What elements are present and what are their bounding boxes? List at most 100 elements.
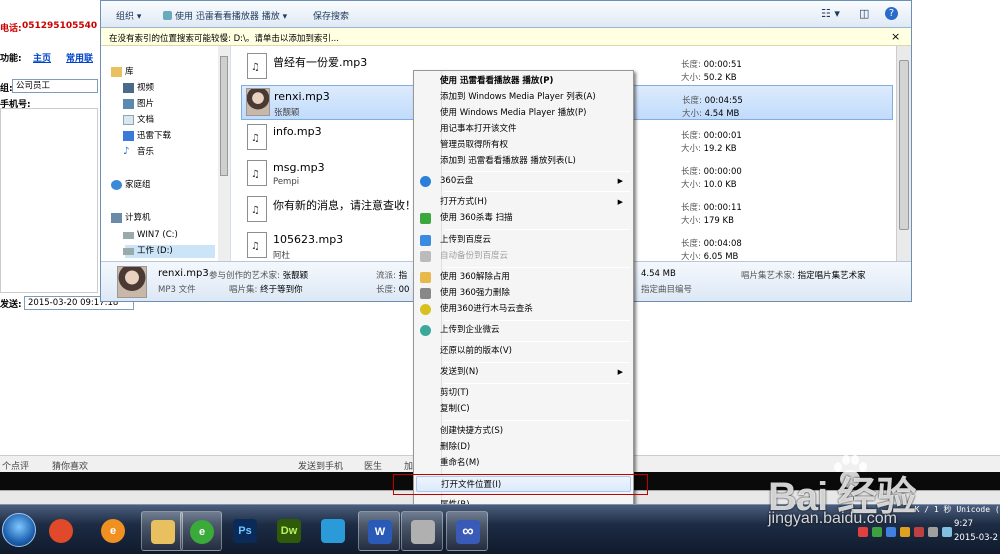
computer-icon xyxy=(111,213,122,223)
taskbar-app-360[interactable] xyxy=(40,511,82,551)
menu-separator xyxy=(444,383,630,384)
menu-item-send-to[interactable]: 发送到(N) ▶ xyxy=(416,364,631,380)
add-link[interactable]: 加 xyxy=(404,459,413,472)
close-icon[interactable]: × xyxy=(891,30,900,43)
menu-item-add-wmp-list[interactable]: 添加到 Windows Media Player 列表(A) xyxy=(416,89,631,105)
menu-item-restore-versions[interactable]: 还原以前的版本(V) xyxy=(416,343,631,359)
taskbar-app-word[interactable]: W xyxy=(358,511,400,551)
group-label: 组: xyxy=(0,84,13,94)
taskbar-app-explorer[interactable] xyxy=(141,511,183,551)
file-size: 大小: 19.2 KB xyxy=(681,144,737,154)
file-list-scrollbar[interactable] xyxy=(896,46,911,261)
tray-s-icon[interactable] xyxy=(858,527,868,537)
menu-item-360-force-delete[interactable]: 使用 360强力删除 xyxy=(416,285,631,301)
home-link[interactable]: 主页 xyxy=(33,51,51,64)
clock-date[interactable]: 2015-03-2 xyxy=(954,533,998,543)
index-info-bar[interactable]: 在没有索引的位置搜索可能较慢: D:\。请单击以添加到索引... × xyxy=(101,28,911,46)
cloud-360-icon xyxy=(420,176,431,187)
nav-item-documents[interactable]: 文档 xyxy=(123,114,154,127)
menu-item-upload-baidu[interactable]: 上传到百度云 xyxy=(416,232,631,248)
clock-time[interactable]: 9:27 xyxy=(954,519,973,529)
file-name: info.mp3 xyxy=(273,125,322,138)
taskbar-app-infinity[interactable]: ∞ xyxy=(446,511,488,551)
details-genre: 流派: 指 xyxy=(376,271,408,281)
drive-icon xyxy=(123,248,134,255)
menu-item-create-shortcut[interactable]: 创建快捷方式(S) xyxy=(416,423,631,439)
nav-item-drive-c[interactable]: WIN7 (C:) xyxy=(123,229,178,242)
tray-app-icon[interactable] xyxy=(914,527,924,537)
menu-item-360-trojan-scan[interactable]: 使用360进行木马云查杀 xyxy=(416,301,631,317)
view-options-icon[interactable]: ☷ ▾ xyxy=(821,7,840,20)
menu-item-open-notepad[interactable]: 用记事本打开该文件 xyxy=(416,121,631,137)
qq-browser-icon xyxy=(321,519,345,543)
menu-item-360-cloud[interactable]: 360云盘 ▶ xyxy=(416,173,631,189)
menu-item-360-unlock[interactable]: 使用 360解除占用 xyxy=(416,269,631,285)
tool-icon xyxy=(411,520,435,544)
file-artist: 阿杜 xyxy=(273,251,291,261)
nav-item-computer[interactable]: 计算机 xyxy=(111,212,151,225)
organize-button[interactable]: 组织 ▾ xyxy=(116,9,141,22)
menu-item-copy[interactable]: 复制(C) xyxy=(416,401,631,417)
menu-item-play-wmp[interactable]: 使用 Windows Media Player 播放(P) xyxy=(416,105,631,121)
tray-app-icon[interactable] xyxy=(928,527,938,537)
menu-item-cut[interactable]: 剪切(T) xyxy=(416,385,631,401)
group-field[interactable]: 公司员工 xyxy=(12,79,98,93)
nav-item-music[interactable]: ♪ 音乐 xyxy=(123,146,154,159)
file-name: 105623.mp3 xyxy=(273,233,344,246)
album-art-large xyxy=(117,266,147,298)
explorer-toolbar: 组织 ▾ 使用 迅雷看看播放器 播放 ▾ 保存搜索 ☷ ▾ ◫ ? xyxy=(101,1,911,28)
file-duration: 长度: 00:00:00 xyxy=(681,167,742,177)
taskbar-app-dreamweaver[interactable]: Dw xyxy=(268,511,310,551)
details-album-artist: 唱片集艺术家: 指定唱片集艺术家 xyxy=(741,271,866,281)
taskbar-app-qq-browser[interactable] xyxy=(312,511,354,551)
file-duration: 长度: 00:04:08 xyxy=(681,239,742,249)
tray-app-icon[interactable] xyxy=(886,527,896,537)
nav-item-pictures[interactable]: 图片 xyxy=(123,98,154,111)
preview-pane-icon[interactable]: ◫ xyxy=(859,7,869,20)
photoshop-icon: Ps xyxy=(233,519,257,543)
save-search-button[interactable]: 保存搜索 xyxy=(313,9,349,22)
menu-item-upload-weiyun[interactable]: 上传到企业微云 xyxy=(416,322,631,338)
recommend-link[interactable]: 猜你喜欢 xyxy=(52,459,88,472)
music-icon: ♪ xyxy=(123,146,130,157)
help-icon[interactable]: ? xyxy=(885,7,898,20)
scrollbar-thumb[interactable] xyxy=(899,60,909,230)
menu-separator xyxy=(444,267,630,268)
file-name: 曾经有一份爱.mp3 xyxy=(273,56,368,69)
nav-scrollbar-thumb[interactable] xyxy=(220,56,228,176)
file-duration: 长度: 00:00:11 xyxy=(681,203,742,213)
menu-item-rename[interactable]: 重命名(M) xyxy=(416,455,631,471)
file-duration: 长度: 00:04:55 xyxy=(682,96,743,106)
details-filetype: MP3 文件 xyxy=(158,285,196,295)
nav-item-library[interactable]: 库 xyxy=(111,66,134,79)
shield-360-icon xyxy=(420,213,431,224)
menu-item-play-thunder[interactable]: 使用 迅雷看看播放器 播放(P) xyxy=(416,73,631,89)
menu-item-open-with[interactable]: 打开方式(H) ▶ xyxy=(416,194,631,210)
send-to-phone-link[interactable]: 发送到手机 xyxy=(298,459,343,472)
menu-item-delete[interactable]: 删除(D) xyxy=(416,439,631,455)
start-button[interactable] xyxy=(2,513,36,547)
tray-360-icon[interactable] xyxy=(872,527,882,537)
menu-item-360-scan[interactable]: 使用 360杀毒 扫描 xyxy=(416,210,631,226)
taskbar-app-360-browser[interactable]: e xyxy=(180,511,222,551)
nav-item-thunder-download[interactable]: 迅雷下载 xyxy=(123,130,171,143)
play-with-button[interactable]: 使用 迅雷看看播放器 播放 ▾ xyxy=(163,9,287,22)
nav-scrollbar[interactable] xyxy=(218,46,230,261)
menu-item-take-ownership[interactable]: 管理员取得所有权 xyxy=(416,137,631,153)
nav-item-drive-d[interactable]: 工作 (D:) xyxy=(123,245,215,258)
doctor-link[interactable]: 医生 xyxy=(364,459,382,472)
taskbar-app-photoshop[interactable]: Ps xyxy=(224,511,266,551)
tray-app-icon[interactable] xyxy=(942,527,952,537)
play-icon xyxy=(163,11,172,20)
nav-item-homegroup[interactable]: 家庭组 xyxy=(111,179,151,192)
taskbar-app-ie[interactable]: e xyxy=(92,511,134,551)
tray-app-icon[interactable] xyxy=(900,527,910,537)
file-size: 大小: 4.54 MB xyxy=(682,109,740,119)
taskbar-app-tool[interactable] xyxy=(401,511,443,551)
contacts-link[interactable]: 常用联 xyxy=(66,51,93,64)
menu-item-backup-baidu: 自动备份到百度云 xyxy=(416,248,631,264)
file-explorer-icon xyxy=(151,520,175,544)
menu-item-add-thunder-playlist[interactable]: 添加到 迅雷看看播放器 播放列表(L) xyxy=(416,153,631,169)
nav-item-videos[interactable]: 视频 xyxy=(123,82,154,95)
review-link[interactable]: 个点评 xyxy=(2,459,29,472)
